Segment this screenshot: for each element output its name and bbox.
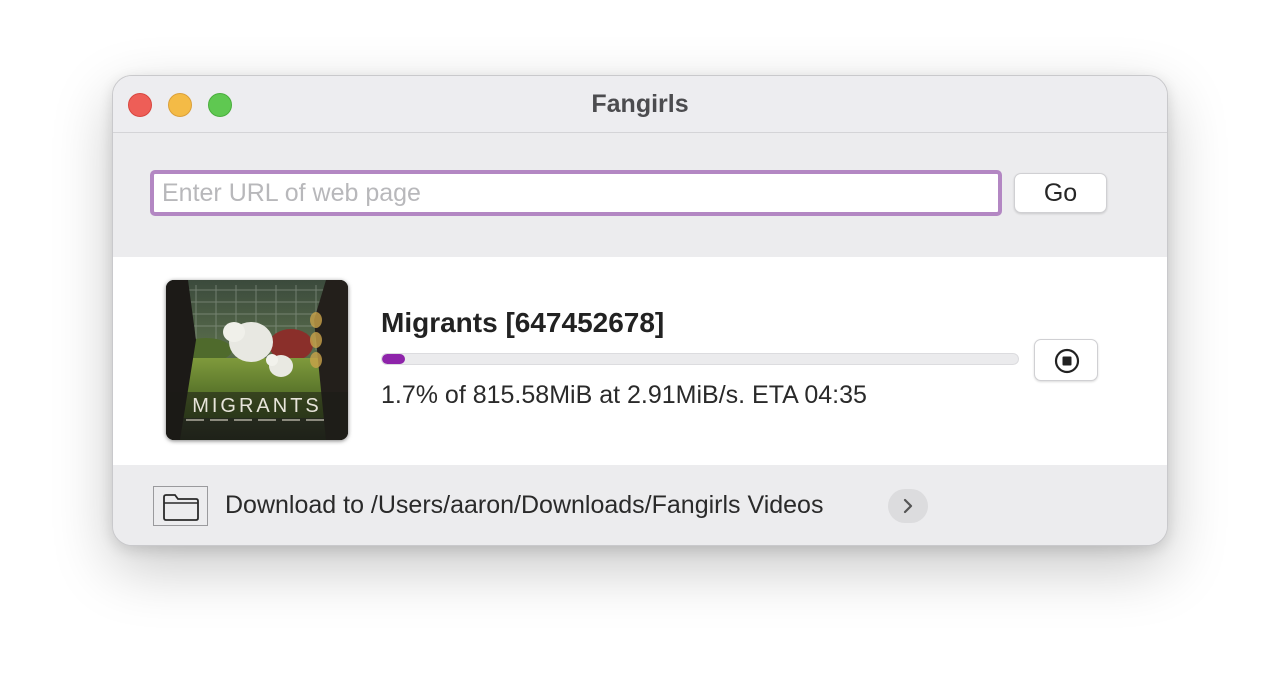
download-status: 1.7% of 815.58MiB at 2.91MiB/s. ETA 04:3… — [381, 381, 867, 409]
footer-bar: Download to /Users/aaron/Downloads/Fangi… — [113, 465, 1167, 545]
download-path-label: Download to /Users/aaron/Downloads/Fangi… — [225, 491, 824, 519]
url-toolbar — [113, 133, 1167, 257]
window-title: Fangirls — [591, 90, 689, 118]
download-item: MIGRANTS Migrants [647452678] 1.7% of 81… — [113, 257, 1167, 465]
title-bar[interactable]: Fangirls — [113, 76, 1167, 133]
url-input[interactable] — [150, 170, 1002, 216]
download-progress-fill — [382, 354, 405, 364]
choose-folder-button[interactable] — [153, 486, 208, 526]
stop-circle-icon — [1054, 348, 1080, 374]
go-button[interactable]: Go — [1014, 173, 1107, 213]
thumbnail-title: MIGRANTS — [192, 395, 322, 417]
download-title: Migrants [647452678] — [381, 307, 665, 338]
app-window: Fangirls Go — [112, 75, 1168, 546]
chevron-right-icon — [903, 498, 913, 514]
folder-icon — [163, 494, 199, 521]
download-progress-bar — [381, 353, 1019, 365]
reveal-folder-button[interactable] — [888, 489, 928, 523]
stop-download-button[interactable] — [1034, 339, 1098, 381]
video-thumbnail: MIGRANTS — [166, 280, 348, 440]
